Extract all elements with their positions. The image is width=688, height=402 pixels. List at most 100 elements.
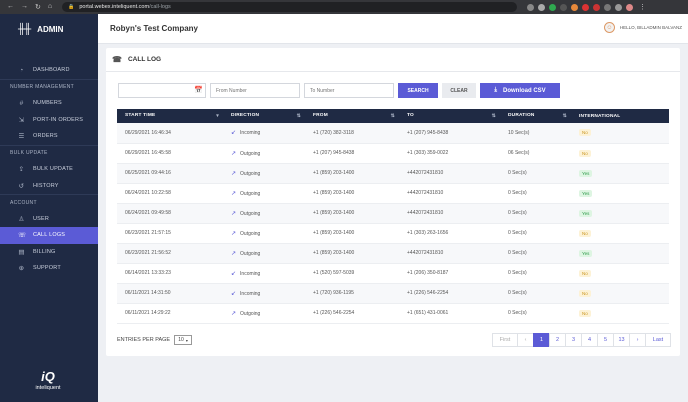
clear-button[interactable]: CLEAR: [442, 83, 476, 98]
calendar-icon[interactable]: 📅: [194, 86, 203, 94]
search-button[interactable]: SEARCH: [398, 83, 438, 98]
outgoing-call-icon: ↗: [231, 230, 237, 237]
table-row[interactable]: 06/14/2021 13:33:23 ↙ Incoming +1 (520) 597…: [117, 263, 669, 284]
duration-cell: 0 Sec(s): [500, 163, 571, 184]
from-cell: +1 (859) 203-1400: [305, 203, 399, 224]
column-header-international[interactable]: INTERNATIONAL: [571, 109, 669, 123]
date-range-input[interactable]: 📅: [118, 83, 206, 98]
sidebar-item-numbers[interactable]: # NUMBERS: [0, 95, 98, 112]
table-row[interactable]: 06/11/2021 14:29:22 ↗ Outgoing +1 (226) 546…: [117, 303, 669, 324]
sidebar-item-dashboard[interactable]: ◔ DASHBOARD: [0, 62, 98, 79]
sort-icon[interactable]: ⇅: [563, 113, 567, 119]
kebab-menu-icon[interactable]: ⋮: [639, 3, 646, 11]
profile-icon[interactable]: [626, 3, 634, 11]
direction-cell: ↙ Incoming: [223, 123, 305, 144]
sidebar-item-orders[interactable]: ☰ ORDERS: [0, 128, 98, 145]
sort-icon[interactable]: ⇅: [297, 113, 301, 119]
sidebar-item-label: CALL LOGS: [33, 232, 66, 239]
last-page-button[interactable]: Last: [645, 333, 671, 347]
sort-icon[interactable]: ⇅: [391, 113, 395, 119]
prev-page-button[interactable]: ‹: [517, 333, 534, 347]
hash-icon: #: [19, 99, 24, 107]
sidebar-item-billing[interactable]: ▤ BILLING: [0, 244, 98, 261]
sort-icon[interactable]: ⇅: [492, 113, 496, 119]
next-page-button[interactable]: ›: [629, 333, 646, 347]
avatar[interactable]: ☺: [603, 22, 615, 33]
page-1-button[interactable]: 1: [533, 333, 550, 347]
to-cell: +442072431810: [399, 203, 500, 224]
status-badge: Yes: [579, 169, 593, 177]
duration-cell: 06 Sec(s): [500, 143, 571, 164]
sidebar-brand[interactable]: ╫╫ ADMIN: [0, 14, 98, 44]
reload-icon[interactable]: ↻: [35, 3, 41, 11]
star-icon[interactable]: [538, 3, 546, 11]
column-header-duration[interactable]: DURATION ⇅: [500, 109, 571, 123]
page-4-button[interactable]: 4: [581, 333, 598, 347]
duration-cell: 0 Sec(s): [500, 183, 571, 204]
sidebar-item-support[interactable]: ⊕ SUPPORT: [0, 260, 98, 277]
sort-icon[interactable]: ▾: [216, 113, 219, 119]
extension-icon[interactable]: [571, 3, 579, 11]
download-csv-button[interactable]: ⤓ Download CSV: [480, 83, 560, 98]
sidebar-item-history[interactable]: ↺ HISTORY: [0, 178, 98, 195]
sidebar-section-bulk-update: BULK UPDATE: [0, 144, 98, 162]
sidebar-item-label: USER: [33, 215, 50, 222]
column-header-start-time[interactable]: START TIME ▾: [117, 109, 223, 123]
incoming-call-icon: ↙: [231, 130, 237, 137]
divider: [106, 71, 680, 72]
extension-icon[interactable]: [593, 3, 601, 11]
extension-icon[interactable]: [604, 3, 612, 11]
entries-per-page-label: ENTRIES PER PAGE: [117, 337, 171, 343]
table-row[interactable]: 06/24/2021 10:22:58 ↗ Outgoing +1 (859) 203…: [117, 183, 669, 204]
sidebar-item-call-logs[interactable]: ☏ CALL LOGS: [0, 227, 98, 244]
incoming-call-icon: ↙: [231, 270, 237, 277]
back-icon[interactable]: ←: [7, 3, 14, 11]
status-badge: No: [579, 229, 591, 237]
column-header-direction[interactable]: DIRECTION ⇅: [223, 109, 305, 123]
international-cell: No: [571, 223, 669, 244]
duration-cell: 0 Sec(s): [500, 203, 571, 224]
outgoing-call-icon: ↗: [231, 190, 237, 197]
port-in-icon: ⇲: [18, 116, 25, 124]
extension-icon[interactable]: [560, 3, 568, 11]
to-number-input[interactable]: [304, 83, 394, 98]
sidebar-item-port-in-orders[interactable]: ⇲ PORT-IN ORDERS: [0, 112, 98, 129]
page-2-button[interactable]: 2: [549, 333, 566, 347]
page-3-button[interactable]: 3: [565, 333, 582, 347]
table-row[interactable]: 06/24/2021 09:49:58 ↗ Outgoing +1 (859) 203…: [117, 203, 669, 224]
start-time-cell: 06/11/2021 14:31:50: [117, 283, 223, 304]
forward-icon[interactable]: →: [21, 3, 28, 11]
table-row[interactable]: 06/29/2021 16:45:58 ↗ Outgoing +1 (207) 945…: [117, 143, 669, 164]
logo-mark-icon: iQ: [41, 369, 55, 384]
sidebar-item-label: ORDERS: [33, 133, 58, 140]
column-header-to[interactable]: TO ⇅: [399, 109, 500, 123]
puzzle-icon[interactable]: [615, 3, 623, 11]
table-row[interactable]: 06/23/2021 21:56:52 ↗ Outgoing +1 (859) 203…: [117, 243, 669, 264]
international-cell: No: [571, 263, 669, 284]
key-icon[interactable]: [527, 3, 535, 11]
column-header-from[interactable]: FROM ⇅: [305, 109, 399, 123]
home-icon[interactable]: ⌂: [48, 3, 52, 11]
extension-icon[interactable]: [582, 3, 590, 11]
page-13-button[interactable]: 13: [613, 333, 630, 347]
to-cell: +1 (207) 945-8438: [399, 123, 500, 144]
sidebar-item-bulk-update[interactable]: ⇪ BULK UPDATE: [0, 161, 98, 178]
table-row[interactable]: 06/25/2021 09:44:16 ↗ Outgoing +1 (859) 203…: [117, 163, 669, 184]
to-cell: +442072431810: [399, 163, 500, 184]
table-row[interactable]: 06/23/2021 21:57:15 ↗ Outgoing +1 (859) 203…: [117, 223, 669, 244]
start-time-cell: 06/23/2021 21:57:15: [117, 223, 223, 244]
from-cell: +1 (720) 936-1195: [305, 283, 399, 304]
sidebar-item-user[interactable]: ♙ USER: [0, 211, 98, 228]
status-badge: Yes: [579, 209, 593, 217]
table-row[interactable]: 06/11/2021 14:31:50 ↙ Incoming +1 (720) 936…: [117, 283, 669, 304]
table-row[interactable]: 06/29/2021 16:46:34 ↙ Incoming +1 (720) 382…: [117, 123, 669, 144]
entries-per-page-select[interactable]: 10 ▾: [174, 335, 193, 345]
extension-icon[interactable]: [549, 3, 557, 11]
start-time-cell: 06/29/2021 16:46:34: [117, 123, 223, 144]
user-menu[interactable]: ☺ HELLO, BILLADMIN BALVANZ: [603, 22, 682, 33]
address-bar[interactable]: 🔒 portal.webex.inteliquent.com/call-logs: [62, 2, 518, 12]
from-number-input[interactable]: [210, 83, 300, 98]
page-5-button[interactable]: 5: [597, 333, 614, 347]
first-page-button[interactable]: First: [492, 333, 518, 347]
sidebar-section-account: ACCOUNT: [0, 194, 98, 211]
